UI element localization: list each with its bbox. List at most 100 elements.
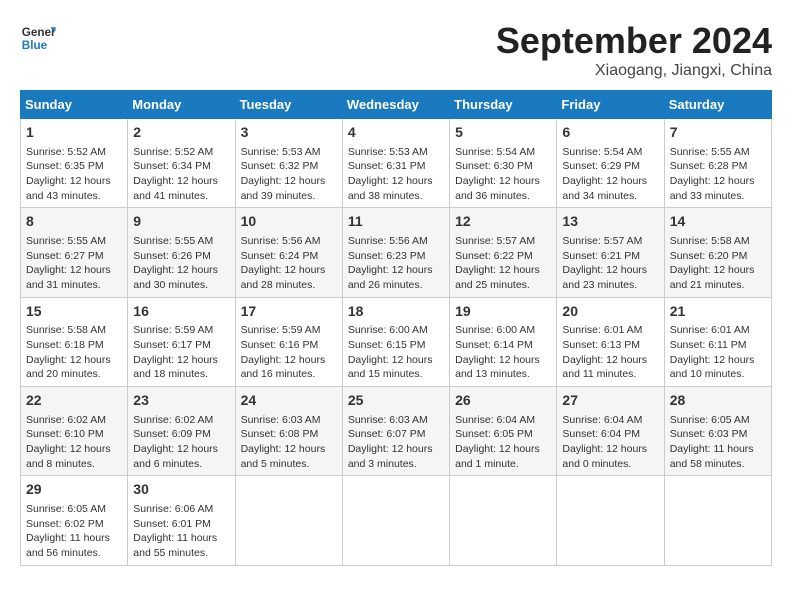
calendar-cell: 10Sunrise: 5:56 AMSunset: 6:24 PMDayligh… bbox=[235, 208, 342, 297]
location-subtitle: Xiaogang, Jiangxi, China bbox=[496, 62, 772, 80]
day-number: 12 bbox=[455, 212, 551, 232]
calendar-cell: 8Sunrise: 5:55 AMSunset: 6:27 PMDaylight… bbox=[21, 208, 128, 297]
calendar-cell: 30Sunrise: 6:06 AMSunset: 6:01 PMDayligh… bbox=[128, 476, 235, 565]
calendar-cell: 18Sunrise: 6:00 AMSunset: 6:15 PMDayligh… bbox=[342, 297, 449, 386]
day-number: 23 bbox=[133, 391, 229, 411]
weekday-header-saturday: Saturday bbox=[664, 91, 771, 119]
day-info: Sunrise: 6:02 AMSunset: 6:09 PMDaylight:… bbox=[133, 413, 229, 472]
day-info: Sunrise: 5:55 AMSunset: 6:26 PMDaylight:… bbox=[133, 234, 229, 293]
day-info: Sunrise: 5:53 AMSunset: 6:32 PMDaylight:… bbox=[241, 145, 337, 204]
calendar-cell bbox=[235, 476, 342, 565]
day-info: Sunrise: 5:59 AMSunset: 6:17 PMDaylight:… bbox=[133, 323, 229, 382]
day-info: Sunrise: 5:55 AMSunset: 6:28 PMDaylight:… bbox=[670, 145, 766, 204]
day-number: 5 bbox=[455, 123, 551, 143]
svg-text:Blue: Blue bbox=[22, 39, 48, 52]
calendar-cell: 3Sunrise: 5:53 AMSunset: 6:32 PMDaylight… bbox=[235, 119, 342, 208]
logo: General Blue bbox=[20, 20, 56, 56]
calendar-cell: 22Sunrise: 6:02 AMSunset: 6:10 PMDayligh… bbox=[21, 387, 128, 476]
calendar-cell: 19Sunrise: 6:00 AMSunset: 6:14 PMDayligh… bbox=[450, 297, 557, 386]
day-info: Sunrise: 5:59 AMSunset: 6:16 PMDaylight:… bbox=[241, 323, 337, 382]
calendar-cell: 11Sunrise: 5:56 AMSunset: 6:23 PMDayligh… bbox=[342, 208, 449, 297]
day-info: Sunrise: 5:56 AMSunset: 6:24 PMDaylight:… bbox=[241, 234, 337, 293]
month-title: September 2024 bbox=[496, 20, 772, 62]
calendar-cell: 23Sunrise: 6:02 AMSunset: 6:09 PMDayligh… bbox=[128, 387, 235, 476]
calendar-week-row: 29Sunrise: 6:05 AMSunset: 6:02 PMDayligh… bbox=[21, 476, 772, 565]
day-info: Sunrise: 5:58 AMSunset: 6:18 PMDaylight:… bbox=[26, 323, 122, 382]
calendar-cell: 7Sunrise: 5:55 AMSunset: 6:28 PMDaylight… bbox=[664, 119, 771, 208]
day-number: 30 bbox=[133, 480, 229, 500]
day-info: Sunrise: 5:55 AMSunset: 6:27 PMDaylight:… bbox=[26, 234, 122, 293]
day-info: Sunrise: 5:52 AMSunset: 6:35 PMDaylight:… bbox=[26, 145, 122, 204]
calendar-cell: 14Sunrise: 5:58 AMSunset: 6:20 PMDayligh… bbox=[664, 208, 771, 297]
day-number: 26 bbox=[455, 391, 551, 411]
calendar-cell: 9Sunrise: 5:55 AMSunset: 6:26 PMDaylight… bbox=[128, 208, 235, 297]
weekday-header-sunday: Sunday bbox=[21, 91, 128, 119]
day-number: 29 bbox=[26, 480, 122, 500]
svg-text:General: General bbox=[22, 26, 56, 39]
calendar-week-row: 22Sunrise: 6:02 AMSunset: 6:10 PMDayligh… bbox=[21, 387, 772, 476]
calendar-cell: 16Sunrise: 5:59 AMSunset: 6:17 PMDayligh… bbox=[128, 297, 235, 386]
day-number: 28 bbox=[670, 391, 766, 411]
calendar-cell bbox=[342, 476, 449, 565]
calendar-cell: 20Sunrise: 6:01 AMSunset: 6:13 PMDayligh… bbox=[557, 297, 664, 386]
calendar-cell bbox=[450, 476, 557, 565]
day-info: Sunrise: 5:54 AMSunset: 6:30 PMDaylight:… bbox=[455, 145, 551, 204]
day-number: 25 bbox=[348, 391, 444, 411]
day-number: 19 bbox=[455, 302, 551, 322]
day-number: 2 bbox=[133, 123, 229, 143]
day-info: Sunrise: 6:04 AMSunset: 6:05 PMDaylight:… bbox=[455, 413, 551, 472]
weekday-header-monday: Monday bbox=[128, 91, 235, 119]
calendar-week-row: 8Sunrise: 5:55 AMSunset: 6:27 PMDaylight… bbox=[21, 208, 772, 297]
day-number: 6 bbox=[562, 123, 658, 143]
day-number: 10 bbox=[241, 212, 337, 232]
day-number: 18 bbox=[348, 302, 444, 322]
calendar-cell: 2Sunrise: 5:52 AMSunset: 6:34 PMDaylight… bbox=[128, 119, 235, 208]
day-number: 15 bbox=[26, 302, 122, 322]
calendar-cell: 29Sunrise: 6:05 AMSunset: 6:02 PMDayligh… bbox=[21, 476, 128, 565]
weekday-header-wednesday: Wednesday bbox=[342, 91, 449, 119]
day-number: 13 bbox=[562, 212, 658, 232]
day-number: 14 bbox=[670, 212, 766, 232]
day-info: Sunrise: 6:01 AMSunset: 6:13 PMDaylight:… bbox=[562, 323, 658, 382]
day-info: Sunrise: 5:58 AMSunset: 6:20 PMDaylight:… bbox=[670, 234, 766, 293]
day-info: Sunrise: 6:01 AMSunset: 6:11 PMDaylight:… bbox=[670, 323, 766, 382]
day-info: Sunrise: 5:56 AMSunset: 6:23 PMDaylight:… bbox=[348, 234, 444, 293]
title-block: September 2024 Xiaogang, Jiangxi, China bbox=[496, 20, 772, 80]
day-info: Sunrise: 6:04 AMSunset: 6:04 PMDaylight:… bbox=[562, 413, 658, 472]
calendar-cell: 5Sunrise: 5:54 AMSunset: 6:30 PMDaylight… bbox=[450, 119, 557, 208]
calendar-cell bbox=[557, 476, 664, 565]
calendar-cell: 15Sunrise: 5:58 AMSunset: 6:18 PMDayligh… bbox=[21, 297, 128, 386]
calendar-cell: 17Sunrise: 5:59 AMSunset: 6:16 PMDayligh… bbox=[235, 297, 342, 386]
day-info: Sunrise: 5:53 AMSunset: 6:31 PMDaylight:… bbox=[348, 145, 444, 204]
day-number: 20 bbox=[562, 302, 658, 322]
day-number: 22 bbox=[26, 391, 122, 411]
calendar-cell: 28Sunrise: 6:05 AMSunset: 6:03 PMDayligh… bbox=[664, 387, 771, 476]
day-number: 27 bbox=[562, 391, 658, 411]
calendar-table: SundayMondayTuesdayWednesdayThursdayFrid… bbox=[20, 90, 772, 566]
calendar-cell: 1Sunrise: 5:52 AMSunset: 6:35 PMDaylight… bbox=[21, 119, 128, 208]
day-number: 1 bbox=[26, 123, 122, 143]
calendar-cell: 21Sunrise: 6:01 AMSunset: 6:11 PMDayligh… bbox=[664, 297, 771, 386]
calendar-cell: 4Sunrise: 5:53 AMSunset: 6:31 PMDaylight… bbox=[342, 119, 449, 208]
calendar-cell: 24Sunrise: 6:03 AMSunset: 6:08 PMDayligh… bbox=[235, 387, 342, 476]
calendar-cell: 6Sunrise: 5:54 AMSunset: 6:29 PMDaylight… bbox=[557, 119, 664, 208]
calendar-cell: 25Sunrise: 6:03 AMSunset: 6:07 PMDayligh… bbox=[342, 387, 449, 476]
day-number: 11 bbox=[348, 212, 444, 232]
day-number: 9 bbox=[133, 212, 229, 232]
calendar-cell: 13Sunrise: 5:57 AMSunset: 6:21 PMDayligh… bbox=[557, 208, 664, 297]
calendar-cell: 26Sunrise: 6:04 AMSunset: 6:05 PMDayligh… bbox=[450, 387, 557, 476]
day-info: Sunrise: 6:05 AMSunset: 6:03 PMDaylight:… bbox=[670, 413, 766, 472]
day-info: Sunrise: 5:57 AMSunset: 6:21 PMDaylight:… bbox=[562, 234, 658, 293]
calendar-week-row: 1Sunrise: 5:52 AMSunset: 6:35 PMDaylight… bbox=[21, 119, 772, 208]
day-info: Sunrise: 6:00 AMSunset: 6:14 PMDaylight:… bbox=[455, 323, 551, 382]
page-header: General Blue September 2024 Xiaogang, Ji… bbox=[20, 20, 772, 80]
day-info: Sunrise: 6:00 AMSunset: 6:15 PMDaylight:… bbox=[348, 323, 444, 382]
day-info: Sunrise: 6:05 AMSunset: 6:02 PMDaylight:… bbox=[26, 502, 122, 561]
calendar-cell bbox=[664, 476, 771, 565]
calendar-cell: 27Sunrise: 6:04 AMSunset: 6:04 PMDayligh… bbox=[557, 387, 664, 476]
day-number: 24 bbox=[241, 391, 337, 411]
day-number: 7 bbox=[670, 123, 766, 143]
weekday-header-friday: Friday bbox=[557, 91, 664, 119]
day-number: 17 bbox=[241, 302, 337, 322]
day-info: Sunrise: 5:52 AMSunset: 6:34 PMDaylight:… bbox=[133, 145, 229, 204]
